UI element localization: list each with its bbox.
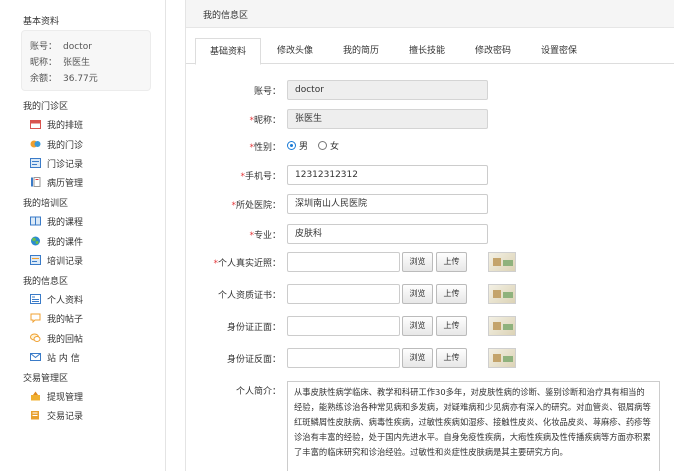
- profile-summary: 账号： doctor 昵称： 张医生 余额： 36.77元: [21, 30, 151, 91]
- main-header: 我的信息区: [186, 0, 674, 28]
- certificate-thumbnail: [488, 284, 516, 304]
- trade-section-title: 交易管理区: [23, 374, 69, 384]
- profile-icon: [29, 294, 41, 305]
- gender-radio-group: 男 女: [287, 139, 339, 152]
- nav-my-schedule[interactable]: 我的排班: [29, 117, 83, 131]
- nav-personal-info[interactable]: 个人资料: [29, 292, 83, 306]
- certificate-label: 个人资质证书：: [217, 291, 281, 301]
- info-section-title: 我的信息区: [23, 277, 69, 287]
- account-field: doctor: [287, 80, 488, 100]
- photo-thumbnail: [488, 252, 516, 272]
- nav-my-courses[interactable]: 我的课程: [29, 214, 83, 228]
- certificate-file-input[interactable]: [287, 284, 400, 304]
- nav-transactions[interactable]: 交易记录: [29, 408, 83, 422]
- post-icon: [29, 313, 41, 324]
- nickname-field: 张医生: [287, 109, 488, 129]
- training-record-icon: [29, 255, 41, 266]
- gender-male-radio[interactable]: [287, 141, 296, 150]
- photo-upload-button[interactable]: 上传: [436, 252, 467, 272]
- id-front-file-input[interactable]: [287, 316, 400, 336]
- calendar-icon: [29, 119, 41, 130]
- id-back-file-input[interactable]: [287, 348, 400, 368]
- tab-my-resume[interactable]: 我的简历: [330, 38, 392, 64]
- nickname-label: *昵称：: [249, 116, 281, 126]
- withdraw-icon: [29, 391, 41, 402]
- courseware-icon: [29, 236, 41, 247]
- intro-textarea[interactable]: 从事皮肤性病学临床、教学和科研工作30多年，对皮肤性病的诊断、鉴别诊断和治疗具有…: [287, 381, 660, 471]
- nav-withdraw[interactable]: 提现管理: [29, 389, 83, 403]
- sidebar: 基本资料 账号： doctor 昵称： 张医生 余额： 36.77元 我的门诊区 我的…: [0, 0, 166, 471]
- training-section-title: 我的培训区: [23, 199, 69, 209]
- id-front-browse-button[interactable]: 浏览: [402, 316, 433, 336]
- gender-female-radio[interactable]: [318, 141, 328, 150]
- profile-account: 账号： doctor: [30, 42, 92, 52]
- page-title: 我的信息区: [203, 11, 249, 21]
- id-front-upload-button[interactable]: 上传: [436, 316, 467, 336]
- clinic-icon: [29, 139, 41, 150]
- phone-input[interactable]: 12312312312: [287, 165, 488, 185]
- id-front-label: 身份证正面：: [226, 323, 281, 333]
- photo-label: *个人真实近照：: [213, 259, 281, 269]
- nav-my-replies[interactable]: 我的回帖: [29, 331, 83, 345]
- reply-icon: [29, 333, 41, 344]
- nav-my-courseware[interactable]: 我的课件: [29, 234, 83, 248]
- gender-male-label: 男: [299, 142, 309, 152]
- record-icon: [29, 158, 41, 169]
- id-back-browse-button[interactable]: 浏览: [402, 348, 433, 368]
- id-front-thumbnail: [488, 316, 516, 336]
- tab-change-password[interactable]: 修改密码: [462, 38, 524, 64]
- specialty-label: *专业：: [249, 231, 281, 241]
- basic-info-title: 基本资料: [23, 17, 60, 27]
- book-icon: [29, 216, 41, 227]
- hospital-label: *所处医院：: [231, 201, 281, 211]
- id-back-label: 身份证反面：: [226, 355, 281, 365]
- transaction-icon: [29, 410, 41, 421]
- clinic-section-title: 我的门诊区: [23, 102, 69, 112]
- medical-record-icon: [29, 177, 41, 188]
- tab-skills[interactable]: 擅长技能: [396, 38, 458, 64]
- nav-my-clinic[interactable]: 我的门诊: [29, 137, 83, 151]
- id-back-upload-button[interactable]: 上传: [436, 348, 467, 368]
- phone-label: *手机号：: [240, 172, 281, 182]
- nav-site-messages[interactable]: 站 内 信: [29, 350, 80, 364]
- nav-clinic-records[interactable]: 门诊记录: [29, 156, 83, 170]
- certificate-browse-button[interactable]: 浏览: [402, 284, 433, 304]
- hospital-input[interactable]: 深圳南山人民医院: [287, 194, 488, 214]
- tab-security-question[interactable]: 设置密保: [528, 38, 590, 64]
- id-back-thumbnail: [488, 348, 516, 368]
- certificate-upload-button[interactable]: 上传: [436, 284, 467, 304]
- photo-browse-button[interactable]: 浏览: [402, 252, 433, 272]
- nav-training-records[interactable]: 培训记录: [29, 253, 83, 267]
- photo-file-input[interactable]: [287, 252, 400, 272]
- profile-balance: 余额： 36.77元: [30, 74, 98, 84]
- nav-medical-records[interactable]: 病历管理: [29, 175, 83, 189]
- main-panel: 我的信息区 基础资料 修改头像 我的简历 擅长技能 修改密码 设置密保 账号： …: [185, 0, 674, 471]
- gender-female-label: 女: [330, 142, 340, 152]
- intro-label: 个人简介：: [235, 387, 281, 397]
- profile-nickname: 昵称： 张医生: [30, 58, 91, 68]
- tab-change-avatar[interactable]: 修改头像: [264, 38, 326, 64]
- tab-bar: 基础资料 修改头像 我的简历 擅长技能 修改密码 设置密保: [186, 38, 674, 65]
- mail-icon: [29, 352, 41, 363]
- account-label: 账号：: [253, 87, 281, 97]
- specialty-input[interactable]: 皮肤科: [287, 224, 488, 244]
- tab-basic-info[interactable]: 基础资料: [195, 38, 261, 65]
- nav-my-posts[interactable]: 我的帖子: [29, 311, 83, 325]
- gender-label: *性别：: [249, 143, 281, 153]
